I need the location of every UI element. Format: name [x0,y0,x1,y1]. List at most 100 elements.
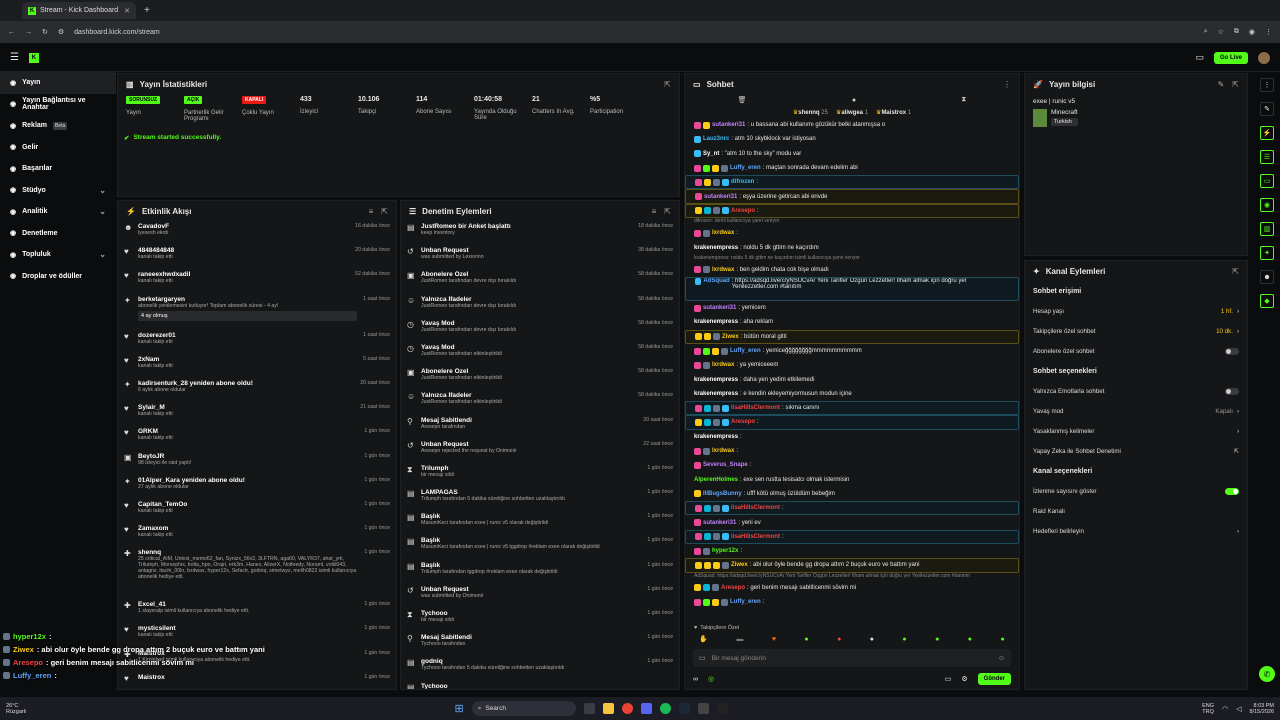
zoom-icon[interactable]: ⌕ [1204,28,1208,36]
feed-row[interactable]: ♥ Sylair_M kanalı takip etti 21 saat önce [118,402,396,426]
chat-message[interactable]: AlperenHolmes: exe sen rustta tesisatcı … [685,473,1019,487]
chat-username[interactable]: lxrdwax [712,448,734,454]
chat-username[interactable]: sutankeri31 [703,520,736,526]
feed-row[interactable]: ▤ JustRomeo bir Anket başlattı keep invent… [401,221,679,245]
chat-message[interactable]: Luffy_eren: [685,595,1019,609]
feed-row[interactable]: ♥ GRKM kanalı takip etti 1 gün önce [118,426,396,450]
chat-message[interactable]: sutankeri31: u bassana abi kullanımı göz… [685,118,1019,132]
filter-icon[interactable]: ≡ [652,207,657,216]
setting-row[interactable]: Yalnızca Emotlarla sohbet [1025,381,1247,401]
chat-username[interactable]: Luffy_eren [730,165,761,171]
chat-message[interactable]: difrozen: [685,175,1019,190]
chat-username[interactable]: difrozen [731,179,754,185]
forward-icon[interactable]: → [25,29,32,36]
chat-message[interactable]: lxrdwax: [685,226,1019,240]
reload-icon[interactable]: ↻ [42,28,48,36]
feed-row[interactable]: ♥ raneeexhwdxadil kanalı takip etti 52 daki… [118,269,396,293]
toggle-switch[interactable] [1225,347,1239,355]
emote-icon[interactable]: ● [935,636,939,643]
browser-menu-icon[interactable]: ⋮ [1265,28,1272,36]
setting-row[interactable]: İzlenme sayısını göster [1025,481,1247,501]
chat-message[interactable]: lxrdwax: [685,444,1019,458]
top-chatter[interactable]: ♛Maistrox 1 [876,109,911,116]
clock[interactable]: 8:03 PM 8/15/2026 [1250,703,1274,715]
more-icon[interactable]: ⋮ [1260,78,1274,92]
record-icon[interactable]: ◎ [708,675,714,683]
chat-username[interactable]: krakenempress [694,434,738,440]
chat-username[interactable]: lisaHillsClermont [731,405,780,411]
chat-message[interactable]: lisaHillsClermont: sıkma canını [685,401,1019,416]
top-chatter[interactable]: ♛aliwgea 1 [836,109,868,116]
chat-username[interactable]: lisaHillsClermont [731,534,780,540]
sidebar-item[interactable]: ◉ Topluluk ⌄ [0,244,116,266]
emote-icon[interactable]: ● [968,636,972,643]
chat-username[interactable]: Luffy_eren [730,348,761,354]
chat-message[interactable]: hyper12x: [685,544,1019,558]
support-chat-icon[interactable]: ✆ [1259,666,1275,682]
chat-username[interactable]: hyper12x [712,548,738,554]
discord-icon[interactable] [640,703,652,714]
feed-row[interactable]: ✦ berketargaryen abonelik yenilemesini kut… [118,294,396,330]
feed-row[interactable]: ♥ Zamaxom kanalı takip etti 1 gün önce [118,523,396,547]
chat-message[interactable]: Lauz3nrc: atm 10 skybklock var istiyosan [685,132,1019,146]
spotify-icon[interactable] [659,703,671,714]
chat-username[interactable]: krakenempress [694,377,738,383]
feed-row[interactable]: ✚ Excel_41 1 slayeralp isimli kullanıcıya … [118,599,396,623]
volume-icon[interactable]: ◁ [1236,705,1241,713]
feed-row[interactable]: ⧗ Trilumph bir mesajı sildi 1 gün önce [401,463,679,487]
popout-icon[interactable]: ⇱ [381,207,388,216]
file-explorer-icon[interactable] [602,703,614,714]
avatar[interactable] [1258,51,1270,64]
send-button[interactable]: Gönder [977,673,1011,685]
sidebar-item[interactable]: ◉ Yayın [0,72,116,94]
feed-row[interactable]: ✦ 01Alper_Kara yeniden abone oldu! 27 aylı… [118,475,396,499]
toggle-switch[interactable] [1225,487,1239,495]
feed-row[interactable]: ◷ Yavaş Mod JustRomeo tarafından devre dış… [401,318,679,342]
feed-row[interactable]: ▣ BeytoJR 98 izleyici ile raid yaptı! 1 gün… [118,451,396,475]
sidebar-item[interactable]: ◉ Başarılar [0,158,116,180]
weather-widget[interactable]: 26°C Rüzgarlı [6,703,26,715]
filter-icon[interactable]: ≡ [369,207,374,216]
chat-message[interactable]: lisaHillsClermont: [685,501,1019,516]
chat-username[interactable]: Ziwex [731,562,748,568]
taskbar-search[interactable]: ⌕ Search [471,701,576,716]
feed-row[interactable]: ▣ Abonelere Özel JustRomeo tarafından devr… [401,269,679,293]
people-icon[interactable]: ☻ [1260,270,1274,284]
close-tab-icon[interactable]: ✕ [124,7,130,15]
feed-row[interactable]: ♥ Capitan_TemOo kanalı takip etti 1 gün önc… [118,499,396,523]
broadcast-icon[interactable]: ◉ [1260,198,1274,212]
chrome-icon[interactable] [621,703,633,714]
sidebar-item[interactable]: ◉ Reklam Beta [0,115,116,137]
wifi-icon[interactable]: ◠ [1222,705,1228,713]
emote-icon[interactable]: ● [870,636,874,643]
chat-message[interactable]: krakenempress: e kendin ekleyemiyormusun… [685,387,1019,401]
chat-message[interactable]: lisaHillsClermont: [685,529,1019,545]
popout-icon[interactable]: ⇱ [1232,267,1239,276]
chat-message[interactable]: lxrdwax: ya yemiceeem [685,358,1019,372]
chat-username[interactable]: sutankeri31 [712,122,745,128]
toggle-switch[interactable] [1225,387,1239,395]
obs-icon[interactable] [697,703,709,714]
feed-row[interactable]: ☺ Yalnızca İfadeler JustRomeo tarafından d… [401,294,679,318]
chat-message[interactable]: Aresepo: geri benim mesajı sabitlicenmi … [685,581,1019,595]
feed-row[interactable]: ▤ Başlık MasumKeci tarafından exee | runic… [401,511,679,535]
emote-icon[interactable]: ▬ [736,636,743,643]
chat-username[interactable]: krakenempress [694,245,738,251]
chat-message[interactable]: Luffy_eren: yemiceğğğğğğğğmmmmmmmmmm [685,344,1019,358]
setting-row[interactable]: Hesap yaşı 1 hf. › [1025,301,1247,321]
chat-message[interactable]: sutankeri31: eşya üzerine getircan abi e… [685,189,1019,204]
chat-message[interactable]: Luffy_eren: maçtan sonrada devam edelim … [685,161,1019,175]
new-tab-icon[interactable]: + [144,5,150,16]
steam-icon[interactable] [678,703,690,714]
chat-username[interactable]: IllBugsBunny [703,491,742,497]
chat-message[interactable]: lxrdwax: ben geldim chata cok bişe olmad… [685,263,1019,277]
chat-icon[interactable]: ▭ [1260,174,1274,188]
trash-icon[interactable]: 🗑 [738,96,747,104]
chat-message[interactable]: Aresepo: [685,203,1019,219]
wrench-icon[interactable]: ✦ [1260,246,1274,260]
edit-icon[interactable]: ✎ [1218,80,1225,89]
chat-message[interactable]: AdSquad: https://adsqd.live/c/yNSUCvAr Y… [685,276,1019,301]
chat-message[interactable]: IllBugsBunny: ufff kötü olmuş üzüldüm be… [685,487,1019,501]
top-chatter[interactable]: ♛shennq 25 [793,109,828,116]
list-icon[interactable]: ☰ [1260,150,1274,164]
